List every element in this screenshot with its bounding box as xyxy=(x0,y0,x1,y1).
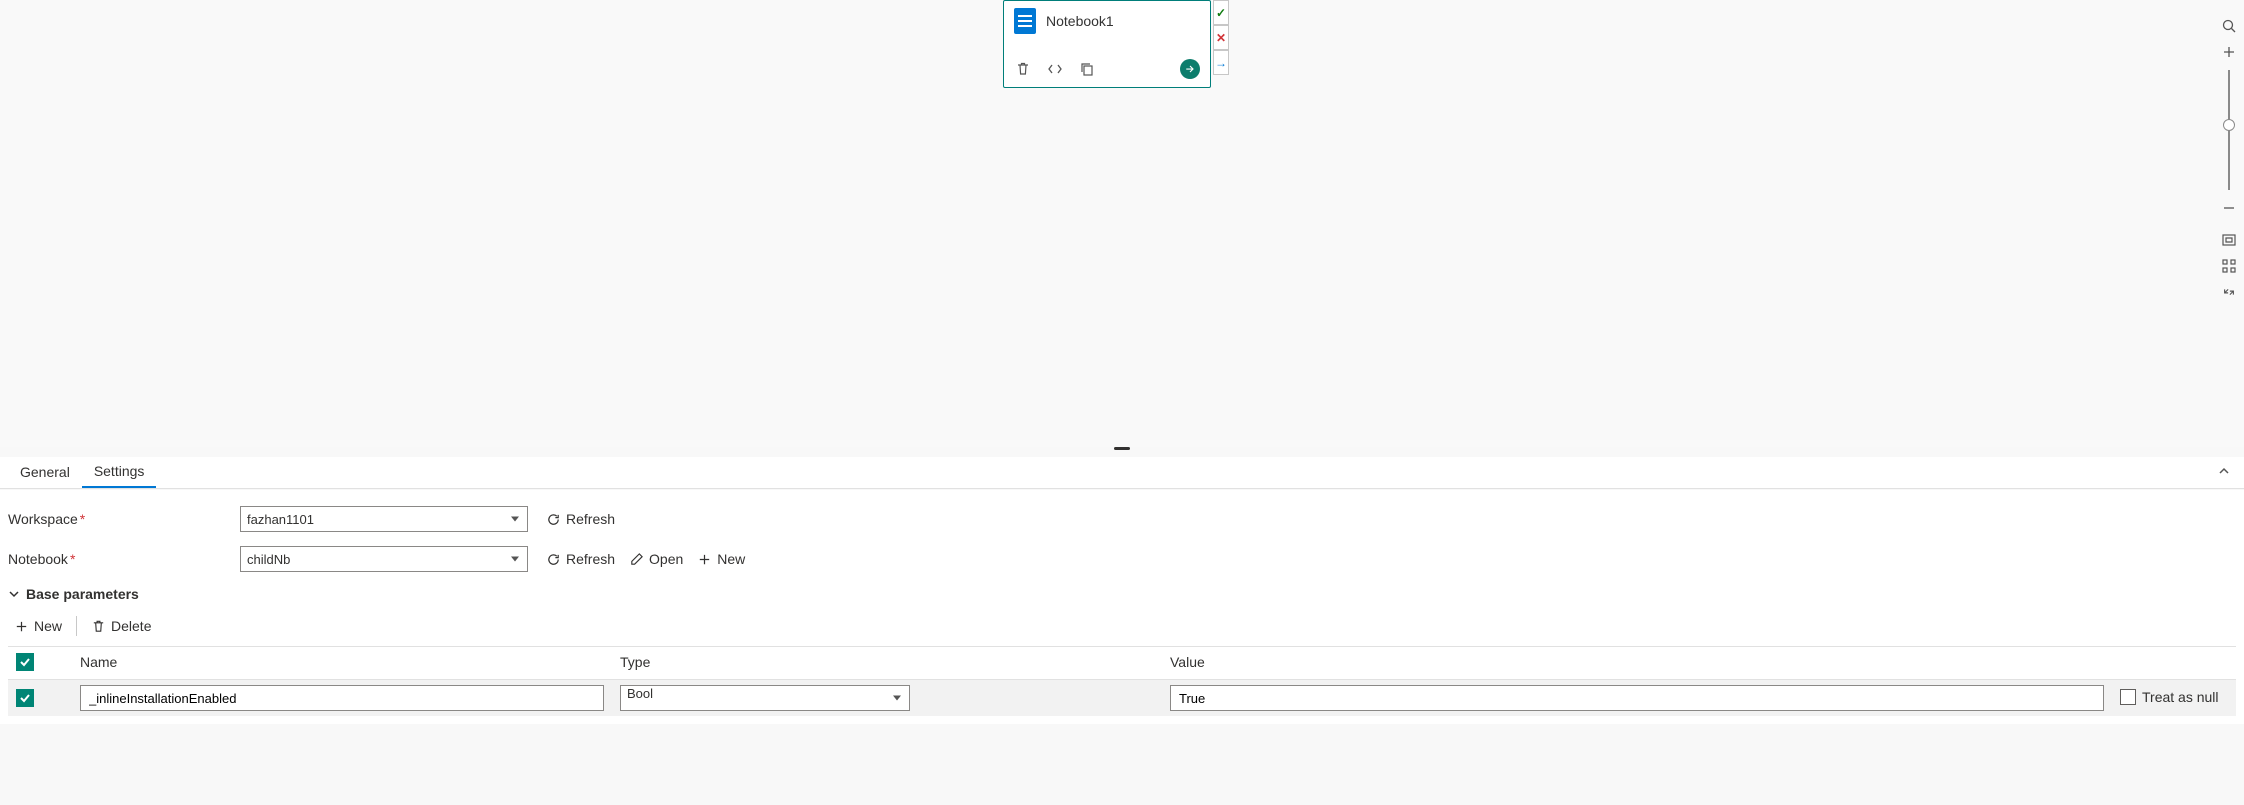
zoom-in-icon[interactable] xyxy=(2217,40,2241,64)
run-icon[interactable] xyxy=(1180,59,1200,79)
refresh-label: Refresh xyxy=(566,551,615,567)
edit-icon xyxy=(629,552,644,567)
notebook-refresh-button[interactable]: Refresh xyxy=(546,551,615,567)
param-type-dropdown[interactable]: Bool xyxy=(620,685,910,711)
workspace-value: fazhan1101 xyxy=(247,512,314,527)
node-status-column: ✓ ✕ → xyxy=(1213,0,1229,75)
auto-align-icon[interactable] xyxy=(2217,254,2241,278)
notebook-label: Notebook* xyxy=(8,551,240,567)
col-name-header: Name xyxy=(72,647,612,680)
tab-general[interactable]: General xyxy=(8,458,82,487)
refresh-icon xyxy=(546,552,561,567)
new-button[interactable]: New xyxy=(697,551,745,567)
table-row: Bool Treat as null xyxy=(8,680,2236,717)
canvas-tool-rail xyxy=(2216,14,2242,304)
row-checkbox[interactable] xyxy=(16,689,34,707)
pipeline-canvas[interactable]: Notebook1 ✓ ✕ → xyxy=(0,0,2244,447)
fit-screen-icon[interactable] xyxy=(2217,228,2241,252)
settings-panel: Workspace* fazhan1101 Refresh Notebook* … xyxy=(0,490,2244,724)
toolbar-divider xyxy=(76,616,77,636)
param-name-input[interactable] xyxy=(80,685,604,711)
plus-icon xyxy=(14,619,29,634)
parameters-table: Name Type Value Bool xyxy=(8,646,2236,716)
zoom-thumb[interactable] xyxy=(2223,119,2235,131)
status-success-icon[interactable]: ✓ xyxy=(1213,0,1229,25)
workspace-refresh-button[interactable]: Refresh xyxy=(546,511,615,527)
param-delete-button[interactable]: Delete xyxy=(91,618,151,634)
param-type-value: Bool xyxy=(627,686,653,701)
base-parameters-header[interactable]: Base parameters xyxy=(8,586,2236,602)
open-button[interactable]: Open xyxy=(629,551,683,567)
status-skip-icon[interactable]: → xyxy=(1213,50,1229,75)
param-delete-label: Delete xyxy=(111,618,151,634)
zoom-out-icon[interactable] xyxy=(2217,196,2241,220)
checkbox-icon xyxy=(2120,689,2136,705)
trash-icon xyxy=(91,619,106,634)
param-toolbar: New Delete xyxy=(8,610,2236,646)
refresh-label: Refresh xyxy=(566,511,615,527)
panel-splitter[interactable] xyxy=(0,447,2244,455)
code-icon[interactable] xyxy=(1046,60,1064,78)
workspace-row: Workspace* fazhan1101 Refresh xyxy=(8,506,2236,532)
tab-strip: General Settings xyxy=(0,457,2244,489)
required-asterisk: * xyxy=(80,511,85,527)
param-new-button[interactable]: New xyxy=(14,618,62,634)
node-toolbar xyxy=(1004,55,1210,87)
col-type-header: Type xyxy=(612,647,1162,680)
notebook-value: childNb xyxy=(247,552,290,567)
plus-icon xyxy=(697,552,712,567)
search-icon[interactable] xyxy=(2217,14,2241,38)
workspace-dropdown[interactable]: fazhan1101 xyxy=(240,506,528,532)
splitter-grip[interactable] xyxy=(1114,447,1130,450)
open-label: Open xyxy=(649,551,683,567)
required-asterisk: * xyxy=(70,551,75,567)
param-new-label: New xyxy=(34,618,62,634)
status-fail-icon[interactable]: ✕ xyxy=(1213,25,1229,50)
notebook-row: Notebook* childNb Refresh Open New xyxy=(8,546,2236,572)
select-all-checkbox[interactable] xyxy=(16,653,34,671)
notebook-dropdown[interactable]: childNb xyxy=(240,546,528,572)
node-header: Notebook1 xyxy=(1004,1,1210,41)
tab-settings[interactable]: Settings xyxy=(82,457,157,488)
minimize-icon[interactable] xyxy=(2217,280,2241,304)
treat-as-null-checkbox[interactable]: Treat as null xyxy=(2120,689,2219,705)
trash-icon[interactable] xyxy=(1014,60,1032,78)
workspace-label: Workspace* xyxy=(8,511,240,527)
refresh-icon xyxy=(546,512,561,527)
zoom-slider[interactable] xyxy=(2228,70,2230,190)
chevron-down-icon xyxy=(8,588,20,600)
notebook-activity-node[interactable]: Notebook1 xyxy=(1003,0,1211,88)
notebook-icon xyxy=(1014,8,1036,34)
new-label: New xyxy=(717,551,745,567)
base-parameters-title: Base parameters xyxy=(26,586,139,602)
collapse-panel-icon[interactable] xyxy=(2218,465,2236,480)
workspace-label-text: Workspace xyxy=(8,511,78,527)
notebook-label-text: Notebook xyxy=(8,551,68,567)
copy-icon[interactable] xyxy=(1078,60,1096,78)
node-title: Notebook1 xyxy=(1046,13,1114,29)
col-value-header: Value xyxy=(1162,647,2112,680)
treat-as-null-label: Treat as null xyxy=(2142,689,2219,705)
param-value-input[interactable] xyxy=(1170,685,2104,711)
